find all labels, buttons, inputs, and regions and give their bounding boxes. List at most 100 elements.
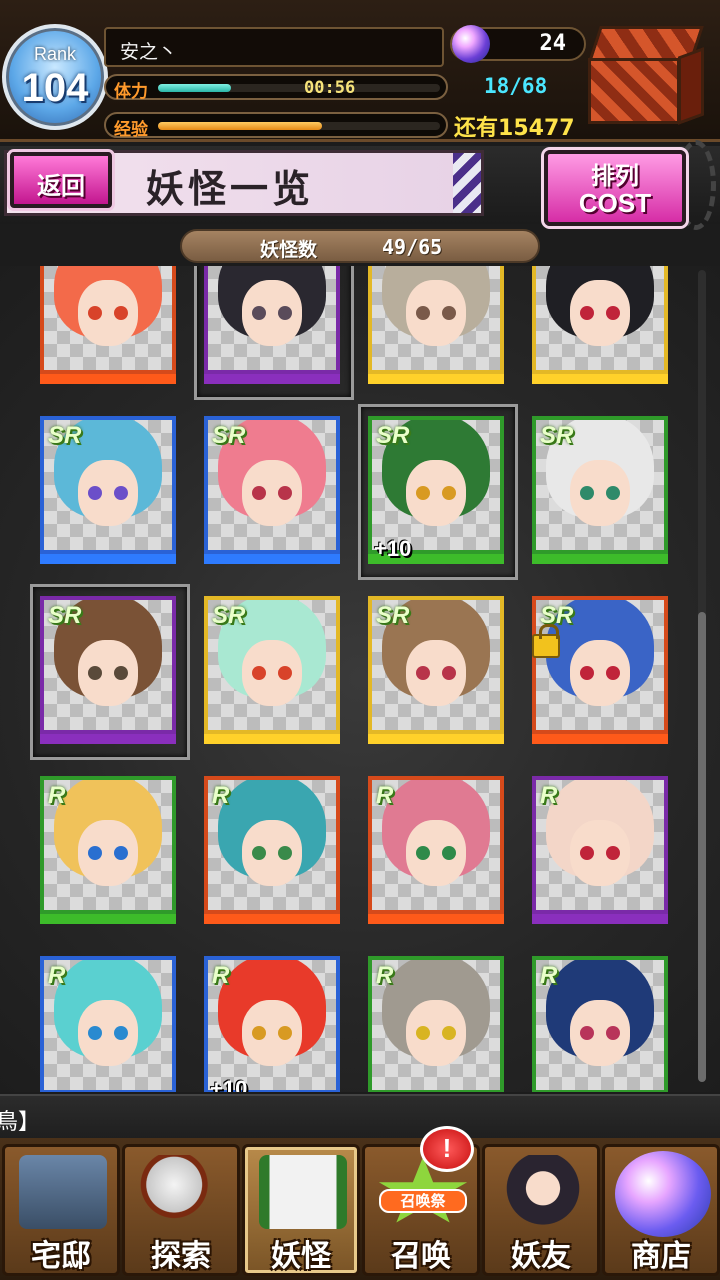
portrait-eye: [416, 486, 430, 500]
yokai-card[interactable]: [368, 266, 504, 386]
yokai-card[interactable]: R: [532, 776, 668, 926]
portrait-eye: [442, 486, 456, 500]
yokai-count-label: 妖怪数: [260, 239, 318, 261]
sort-button[interactable]: 排列 COST: [544, 150, 686, 226]
card-frame: [368, 416, 504, 554]
rarity-badge: R: [48, 782, 66, 809]
portrait-eye: [606, 1026, 620, 1040]
present-box-icon[interactable]: [586, 22, 714, 130]
portrait-eye: [606, 486, 620, 500]
yokai-portrait: [372, 420, 500, 550]
portrait-face: [78, 640, 138, 706]
portrait-eye: [442, 1026, 456, 1040]
rank-badge: Rank 104: [2, 24, 108, 130]
yokai-card[interactable]: SR: [40, 416, 176, 566]
friends-icon: [499, 1155, 587, 1229]
stamina-count: 18/68: [484, 74, 548, 98]
yokai-card[interactable]: SR: [532, 596, 668, 746]
card-element-strip: [40, 374, 176, 384]
portrait-face: [242, 640, 302, 706]
portrait-eye: [416, 306, 430, 320]
rank-value: 104: [21, 66, 89, 110]
nav-explore[interactable]: 探索: [122, 1144, 240, 1276]
title-stripe: [453, 153, 481, 213]
yokai-card[interactable]: [194, 266, 354, 400]
stamina-track: 00:56: [158, 78, 440, 98]
yokai-card[interactable]: R: [532, 956, 668, 1092]
yokai-card[interactable]: SR: [204, 416, 340, 566]
card-element-strip: [532, 914, 668, 924]
portrait-eye: [252, 306, 266, 320]
yokai-card[interactable]: R: [368, 776, 504, 926]
rarity-badge: R: [540, 782, 558, 809]
portrait-eye: [580, 1026, 594, 1040]
card-element-strip: [40, 914, 176, 924]
yokai-card[interactable]: R: [40, 776, 176, 926]
nav-shop[interactable]: 商店: [602, 1144, 720, 1276]
rarity-badge: SR: [376, 422, 410, 449]
nav-yokai[interactable]: 妖怪: [242, 1144, 360, 1276]
portrait-eye: [416, 1026, 430, 1040]
yokai-card[interactable]: [40, 266, 176, 386]
nav-yokai-label: 妖怪: [271, 1239, 331, 1274]
portrait-eye: [278, 306, 292, 320]
player-name: 安之丶: [120, 41, 178, 63]
back-button[interactable]: 返回: [10, 152, 112, 208]
card-element-strip: [40, 734, 176, 744]
nav-friends[interactable]: 妖友: [482, 1144, 600, 1276]
portrait-face: [406, 280, 466, 346]
rarity-badge: R: [376, 782, 394, 809]
yokai-card[interactable]: SR: [30, 584, 190, 760]
yokai-card[interactable]: SR +10: [358, 404, 518, 580]
page-title: 妖怪一览: [146, 166, 315, 211]
yokai-grid[interactable]: SR SR SR +10 SR SR SR SR SR R R R R R R +10 R R: [0, 266, 720, 1092]
gem-counter[interactable]: 24: [450, 25, 586, 63]
gem-icon: [452, 25, 490, 63]
crystal-orb-icon: [615, 1151, 711, 1237]
portrait-face: [570, 1000, 630, 1066]
rarity-badge: SR: [48, 602, 82, 629]
summon-alert-badge: !: [420, 1126, 474, 1172]
ticker-text: 鳥】: [0, 1110, 41, 1135]
portrait-eye: [114, 1026, 128, 1040]
portrait-face: [78, 1000, 138, 1066]
bottom-nav: 宅邸 探索 妖怪 召唤祭 召唤 妖友 商店: [0, 1138, 720, 1280]
stamina-timer: 00:56: [304, 78, 356, 98]
portrait-eye: [252, 1026, 266, 1040]
money-label: 还有: [454, 116, 499, 141]
card-element-strip: [532, 374, 668, 384]
portrait-face: [78, 280, 138, 346]
yokai-card[interactable]: R +10: [204, 956, 340, 1092]
nav-summon-label: 召唤: [391, 1239, 451, 1274]
plus-level-badge: +10: [210, 1076, 248, 1092]
portrait-eye: [606, 666, 620, 680]
yokai-card[interactable]: R: [40, 956, 176, 1092]
yokai-count: 妖怪数 49/65: [180, 229, 540, 263]
money-display: 还有15477: [454, 110, 575, 142]
scrollbar-thumb[interactable]: [698, 612, 706, 1082]
portrait-face: [242, 280, 302, 346]
portrait-eye: [278, 1026, 292, 1040]
yokai-portrait: [536, 266, 664, 370]
yokai-card[interactable]: R: [204, 776, 340, 926]
portrait-eye: [580, 666, 594, 680]
rarity-badge: R: [540, 962, 558, 989]
rank-label: Rank: [33, 44, 77, 64]
nav-mansion-label: 宅邸: [31, 1239, 91, 1274]
portrait-eye: [252, 846, 266, 860]
nav-mansion[interactable]: 宅邸: [2, 1144, 120, 1276]
rarity-badge: SR: [376, 602, 410, 629]
rarity-badge: SR: [540, 422, 574, 449]
yokai-card[interactable]: SR: [368, 596, 504, 746]
card-frame: [204, 266, 340, 374]
present-box-front: [588, 58, 680, 124]
portrait-face: [242, 820, 302, 886]
card-element-strip: [204, 734, 340, 744]
yokai-card[interactable]: SR: [204, 596, 340, 746]
sort-mode: COST: [578, 188, 652, 218]
back-label: 返回: [37, 172, 85, 200]
yokai-card[interactable]: SR: [532, 416, 668, 566]
player-name-box: 安之丶: [104, 27, 444, 67]
yokai-card[interactable]: [532, 266, 668, 386]
yokai-card[interactable]: R: [368, 956, 504, 1092]
